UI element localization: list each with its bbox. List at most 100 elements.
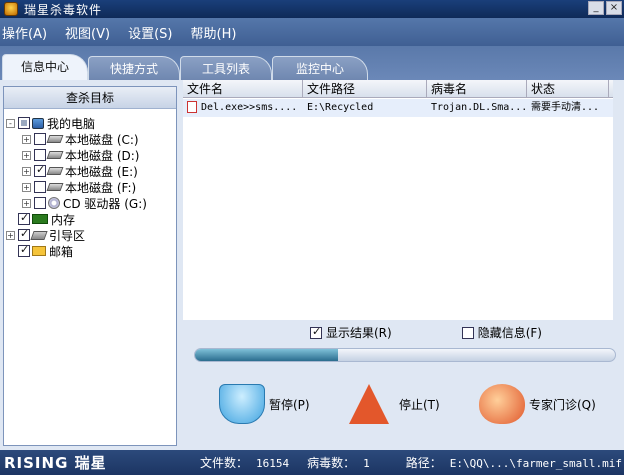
expand-icon[interactable]: +: [22, 150, 31, 160]
traffic-cone-icon: [349, 384, 395, 424]
scan-progress-fill: [195, 349, 338, 361]
scan-target-tree: - 我的电脑 + 本地磁盘 (C:) + 本地磁盘 (D:) + 本地磁盘 (E:) + 本地磁盘…: [4, 109, 176, 259]
column-file-name[interactable]: 文件名: [183, 80, 303, 97]
file-path-cell: E:\Recycled: [307, 102, 374, 113]
tab-monitor-center[interactable]: 监控中心: [272, 56, 368, 80]
files-count-label: 文件数：: [200, 456, 249, 470]
show-results-label: 显示结果(R): [326, 326, 392, 340]
boot-icon: [30, 230, 48, 240]
status-bar: RISING 瑞星 文件数： 16154 病毒数： 1 路径： E:\QQ\...\f…: [0, 450, 624, 475]
column-file-path[interactable]: 文件路径: [303, 80, 427, 97]
tree-item-label: CD 驱动器 (G:): [63, 196, 147, 211]
stop-label: 停止(T): [399, 397, 440, 412]
tree-item[interactable]: + 本地磁盘 (F:): [6, 179, 176, 195]
expand-icon[interactable]: +: [22, 166, 31, 176]
files-count-value: 16154: [256, 457, 290, 470]
rising-logo: RISING 瑞星: [4, 454, 107, 472]
expand-icon[interactable]: +: [22, 134, 31, 144]
tree-checkbox[interactable]: [18, 243, 30, 257]
hide-info-option[interactable]: 隐藏信息(F): [461, 324, 542, 341]
memory-icon: [32, 214, 48, 224]
scan-path-label: 路径：: [405, 456, 442, 470]
main-content: 查杀目标 - 我的电脑 + 本地磁盘 (C:) + 本地磁盘 (D:) + 本地磁盘 (E:)…: [0, 80, 624, 450]
tree-checkbox[interactable]: [34, 133, 46, 145]
tree-item[interactable]: + 本地磁盘 (E:): [6, 163, 176, 179]
file-name-cell: Del.exe>>sms....: [183, 99, 303, 117]
tree-checkbox[interactable]: [18, 117, 30, 129]
scan-target-header: 查杀目标: [4, 87, 176, 109]
hide-info-checkbox[interactable]: [461, 326, 474, 339]
disk-icon: [46, 151, 64, 159]
action-buttons: 暂停(P) 停止(T) 专家门诊(Q): [183, 378, 613, 448]
show-results-checkbox[interactable]: [310, 325, 322, 339]
expert-clinic-label: 专家门诊(Q): [529, 397, 596, 412]
expand-icon[interactable]: +: [6, 230, 15, 240]
file-row[interactable]: Del.exe>>sms.... E:\Recycled Trojan.DL.S…: [183, 99, 613, 117]
column-status[interactable]: 状态: [527, 80, 609, 97]
tree-item[interactable]: + 本地磁盘 (D:): [6, 147, 176, 163]
pause-label: 暂停(P): [269, 397, 310, 412]
tree-checkbox[interactable]: [34, 149, 46, 161]
expand-icon[interactable]: +: [22, 198, 31, 208]
expand-icon[interactable]: +: [22, 182, 31, 192]
menu-settings[interactable]: 设置(S): [128, 23, 172, 42]
status-cell: 需要手动清...: [531, 102, 600, 113]
close-button[interactable]: ×: [606, 1, 622, 15]
tree-item[interactable]: + CD 驱动器 (G:): [6, 195, 176, 211]
tree-item-label: 本地磁盘 (D:): [65, 148, 140, 163]
stop-button[interactable]: 停止(T): [349, 384, 440, 424]
tree-item[interactable]: 内存: [6, 211, 176, 227]
computer-icon: [32, 117, 44, 129]
collapse-icon[interactable]: -: [6, 118, 15, 128]
virus-count-value: 1: [363, 457, 370, 470]
tab-strip: 信息中心 快捷方式 工具列表 监控中心: [0, 46, 624, 80]
virus-name-cell: Trojan.DL.Sma...: [431, 102, 527, 113]
menu-bar: 操作(A) 视图(V) 设置(S) 帮助(H): [0, 18, 624, 46]
cd-icon: [48, 197, 60, 209]
tree-item-label: 本地磁盘 (E:): [65, 164, 138, 179]
scan-progress-bar: [194, 348, 616, 362]
hide-info-label: 隐藏信息(F): [477, 326, 542, 340]
file-list-header: 文件名 文件路径 病毒名 状态: [183, 80, 613, 98]
minimize-button[interactable]: _: [588, 1, 604, 15]
files-count: 文件数： 16154: [200, 454, 289, 471]
title-bar: 瑞星杀毒软件 _ ×: [0, 0, 624, 18]
scan-path-value: E:\QQ\...\farmer_small.mif: [449, 457, 622, 470]
mail-icon: [32, 246, 46, 256]
pause-button[interactable]: 暂停(P): [219, 384, 310, 424]
virus-file-list: 文件名 文件路径 病毒名 状态 Del.exe>>sms.... E:\Recy…: [183, 80, 613, 320]
heart-hand-icon: [479, 384, 525, 424]
show-results-option[interactable]: 显示结果(R): [310, 324, 392, 341]
tree-item[interactable]: + 本地磁盘 (C:): [6, 131, 176, 147]
disk-icon: [46, 183, 64, 191]
file-name-text: Del.exe>>sms....: [201, 102, 298, 113]
tree-item[interactable]: - 我的电脑: [6, 115, 176, 131]
tree-checkbox[interactable]: [18, 227, 30, 241]
tree-item-label: 本地磁盘 (C:): [65, 132, 139, 147]
window-title: 瑞星杀毒软件: [24, 2, 103, 17]
tree-checkbox[interactable]: [34, 197, 46, 209]
disk-icon: [46, 167, 64, 175]
tree-item[interactable]: + 引导区: [6, 227, 176, 243]
display-options: 显示结果(R) 隐藏信息(F): [310, 324, 542, 341]
coffee-cup-icon: [219, 384, 265, 424]
column-virus-name[interactable]: 病毒名: [427, 80, 527, 97]
expert-clinic-button[interactable]: 专家门诊(Q): [479, 384, 596, 424]
menu-operate[interactable]: 操作(A): [2, 23, 47, 42]
infected-file-icon: [187, 101, 197, 113]
tab-tool-list[interactable]: 工具列表: [180, 56, 272, 80]
tree-item-label: 我的电脑: [47, 116, 96, 131]
tree-item-label: 邮箱: [49, 244, 74, 259]
tree-checkbox[interactable]: [34, 181, 46, 193]
tree-checkbox[interactable]: [34, 163, 46, 177]
scan-target-panel: 查杀目标 - 我的电脑 + 本地磁盘 (C:) + 本地磁盘 (D:) + 本地磁盘 (E:)…: [3, 86, 177, 446]
tab-shortcuts[interactable]: 快捷方式: [88, 56, 180, 80]
tree-item[interactable]: 邮箱: [6, 243, 176, 259]
tree-checkbox[interactable]: [18, 211, 30, 225]
tab-info-center[interactable]: 信息中心: [2, 54, 88, 80]
menu-view[interactable]: 视图(V): [65, 23, 110, 42]
menu-help[interactable]: 帮助(H): [191, 23, 237, 42]
disk-icon: [46, 135, 64, 143]
scan-path: 路径： E:\QQ\...\farmer_small.mif: [406, 454, 622, 471]
tree-item-label: 内存: [51, 212, 76, 227]
